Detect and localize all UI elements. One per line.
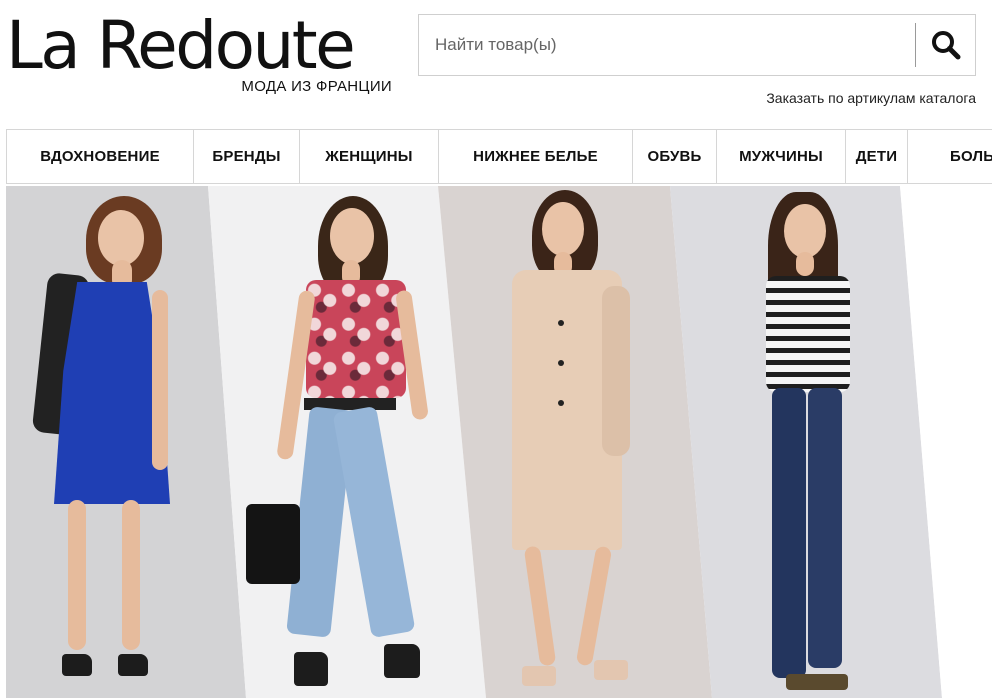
nav-item-inspiration[interactable]: ВДОХНОВЕНИЕ bbox=[6, 130, 193, 183]
nav-item-shoes[interactable]: ОБУВЬ bbox=[632, 130, 716, 183]
model-blue-dress[interactable] bbox=[31, 194, 196, 698]
main-nav: ВДОХНОВЕНИЕ БРЕНДЫ ЖЕНЩИНЫ НИЖНЕЕ БЕЛЬЕ … bbox=[6, 129, 992, 184]
search-button[interactable] bbox=[917, 15, 975, 75]
nav-item-brands[interactable]: БРЕНДЫ bbox=[193, 130, 299, 183]
search-icon bbox=[932, 31, 961, 60]
nav-item-kids[interactable]: ДЕТИ bbox=[845, 130, 907, 183]
search-divider bbox=[915, 23, 916, 67]
hero-banner[interactable] bbox=[6, 186, 992, 698]
nav-item-men[interactable]: МУЖЧИНЫ bbox=[716, 130, 845, 183]
nav-item-lingerie[interactable]: НИЖНЕЕ БЕЛЬЕ bbox=[438, 130, 632, 183]
model-trench-coat[interactable] bbox=[502, 190, 652, 698]
order-by-catalog-link[interactable]: Заказать по артикулам каталога bbox=[766, 90, 976, 106]
brand-tagline: МОДА ИЗ ФРАНЦИИ bbox=[241, 78, 392, 95]
model-striped-top[interactable] bbox=[750, 192, 870, 698]
model-printed-top[interactable] bbox=[244, 194, 434, 698]
brand-logo[interactable]: La Redoute МОДА ИЗ ФРАНЦИИ bbox=[6, 8, 396, 98]
search-bar bbox=[418, 14, 976, 76]
nav-item-women[interactable]: ЖЕНЩИНЫ bbox=[299, 130, 438, 183]
brand-name: La Redoute bbox=[6, 7, 356, 84]
nav-item-more[interactable]: БОЛЬ bbox=[907, 130, 992, 183]
search-input[interactable] bbox=[419, 15, 915, 75]
